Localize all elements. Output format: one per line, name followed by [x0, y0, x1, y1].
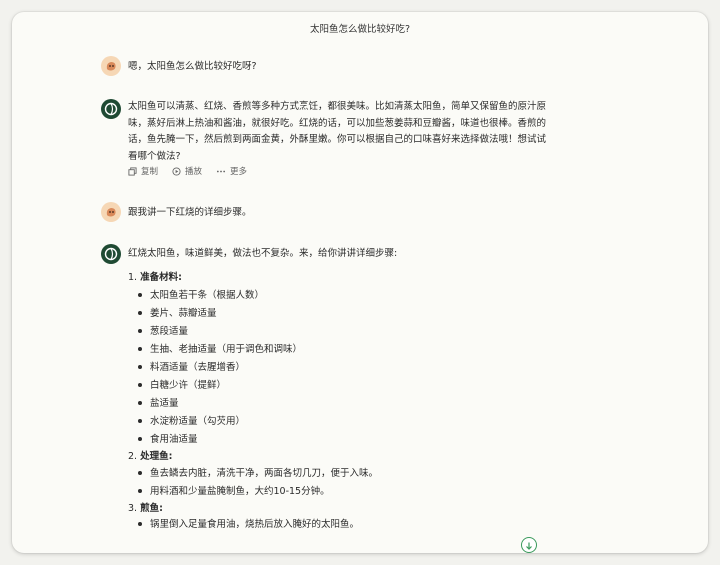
- step-heading: 3. 煎鱼:: [128, 503, 163, 514]
- list-item: 生抽、老抽适量（用于调色和调味）: [138, 341, 302, 355]
- more-label: 更多: [230, 167, 248, 177]
- list-item: 食用油适量: [138, 431, 198, 445]
- play-button[interactable]: 播放: [172, 165, 202, 177]
- copy-button[interactable]: 复制: [128, 165, 158, 177]
- step-number: 3.: [128, 503, 138, 514]
- bot-avatar-icon: [101, 99, 121, 119]
- step-heading: 2. 处理鱼:: [128, 451, 173, 462]
- bot-message-1-line: 看哪个做法?: [128, 150, 181, 162]
- copy-label: 复制: [141, 167, 159, 177]
- message-actions: 复制 播放 更多: [128, 165, 247, 177]
- user-message-1: 嗯，太阳鱼怎么做比较好吃呀?: [128, 61, 257, 72]
- list-item: 鱼去鳞去内脏，清洗干净，两面各切几刀，便于入味。: [138, 465, 378, 479]
- user-avatar-icon: [101, 56, 121, 76]
- play-label: 播放: [185, 167, 203, 177]
- user-avatar-icon: [101, 202, 121, 222]
- list-item: 料酒适量（去腥增香）: [138, 359, 245, 373]
- step-title: 处理鱼: [140, 451, 169, 462]
- scroll-to-bottom-button[interactable]: [521, 537, 537, 553]
- list-item: 水淀粉适量（勾芡用）: [138, 413, 245, 427]
- step-heading: 1. 准备材料:: [128, 272, 182, 283]
- bot-message-2-intro: 红烧太阳鱼，味道鲜美，做法也不复杂。来，给你讲讲详细步骤:: [128, 248, 398, 259]
- arrow-down-icon: [526, 542, 532, 550]
- step-number: 1.: [128, 272, 138, 283]
- bot-avatar-icon: [101, 244, 121, 264]
- chat-window: 太阳鱼怎么做比较好吃? 嗯，太阳鱼怎么做比较好吃呀? 太阳鱼可以清蒸、红烧、香煎…: [12, 12, 708, 553]
- list-item: 葱段适量: [138, 323, 188, 337]
- list-item: 太阳鱼若干条（根据人数）: [138, 287, 264, 301]
- step-title: 煎鱼: [140, 503, 160, 514]
- list-item: 白糖少许（提鲜）: [138, 377, 226, 391]
- conversation-title: 太阳鱼怎么做比较好吃?: [309, 24, 411, 35]
- step-number: 2.: [128, 451, 138, 462]
- bot-message-1-line: 太阳鱼可以清蒸、红烧、香煎等多种方式烹饪，都很美味。比如清蒸太阳鱼，简单又保留鱼…: [128, 101, 547, 112]
- copy-icon: [128, 166, 137, 176]
- bot-message-1-line: 味，蒸好后淋上热油和酱油，就很好吃。红烧的话，可以加些葱姜蒜和豆瓣酱，味道也很棒…: [128, 117, 547, 129]
- list-item: 锅里倒入足量食用油，烧热后放入腌好的太阳鱼。: [138, 516, 359, 530]
- more-button[interactable]: 更多: [216, 165, 247, 177]
- list-item: 姜片、蒜瓣适量: [138, 305, 217, 319]
- bot-message-1: 太阳鱼可以清蒸、红烧、香煎等多种方式烹饪，都很美味。比如清蒸太阳鱼，简单又保留鱼…: [128, 99, 546, 165]
- step-title: 准备材料: [140, 272, 179, 283]
- more-icon: [216, 170, 226, 172]
- list-item: 盐适量: [138, 395, 179, 409]
- user-message-2: 跟我讲一下红烧的详细步骤。: [128, 207, 252, 218]
- play-icon: [172, 166, 181, 176]
- bot-message-1-line: 话，鱼先腌一下，然后煎到两面金黄，外酥里嫩。你可以根据自己的口味喜好来选择做法哦…: [128, 134, 547, 145]
- list-item: 用料酒和少量盐腌制鱼，大约10-15分钟。: [138, 483, 330, 497]
